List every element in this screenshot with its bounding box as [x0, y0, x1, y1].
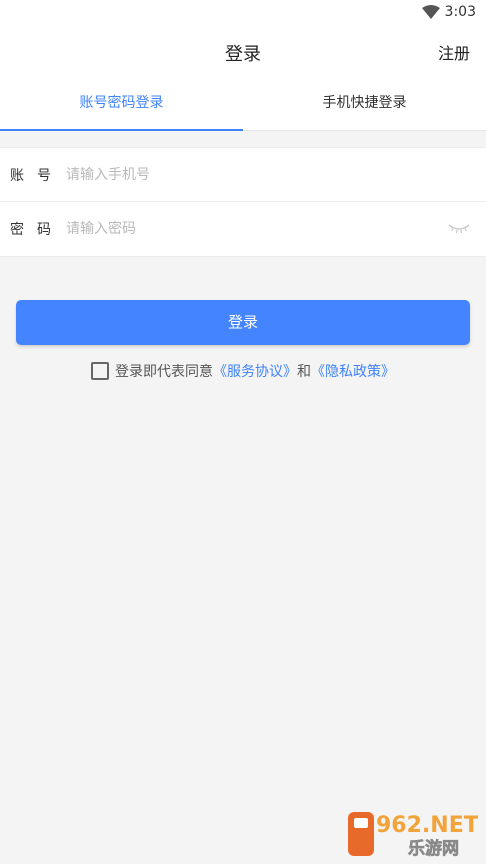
header: 登录 注册	[0, 26, 486, 76]
watermark-top: 962.NET	[376, 813, 478, 838]
service-agreement-link[interactable]: 《服务协议》	[213, 364, 297, 380]
tab-password-login[interactable]: 账号密码登录	[0, 76, 243, 131]
wifi-icon	[422, 5, 440, 19]
privacy-policy-link[interactable]: 《隐私政策》	[311, 364, 395, 380]
login-tabs: 账号密码登录 手机快捷登录	[0, 76, 486, 131]
status-bar: 3:03	[0, 0, 486, 26]
status-time: 3:03	[444, 4, 476, 20]
agree-checkbox[interactable]	[91, 361, 109, 380]
eye-closed-icon[interactable]	[448, 222, 470, 234]
register-link[interactable]: 注册	[438, 40, 470, 64]
page-title: 登录	[225, 44, 261, 65]
password-input[interactable]	[64, 214, 428, 244]
watermark-bottom: 乐游网	[408, 838, 459, 858]
tab-phone-login[interactable]: 手机快捷登录	[243, 76, 486, 130]
agreement-conjunction: 和	[297, 364, 311, 380]
password-row: 密码	[0, 202, 486, 255]
watermark-logo: 962.NET 乐游网	[348, 812, 478, 858]
account-label: 账号	[10, 168, 64, 184]
login-button[interactable]: 登录	[16, 300, 470, 345]
agreement-text: 登录即代表同意	[115, 364, 213, 380]
password-label: 密码	[10, 222, 64, 238]
agreement: 登录即代表同意《服务协议》和《隐私政策》	[0, 360, 486, 384]
login-form: 账号 密码	[0, 147, 486, 257]
account-row: 账号	[0, 148, 486, 202]
account-input[interactable]	[64, 160, 428, 190]
